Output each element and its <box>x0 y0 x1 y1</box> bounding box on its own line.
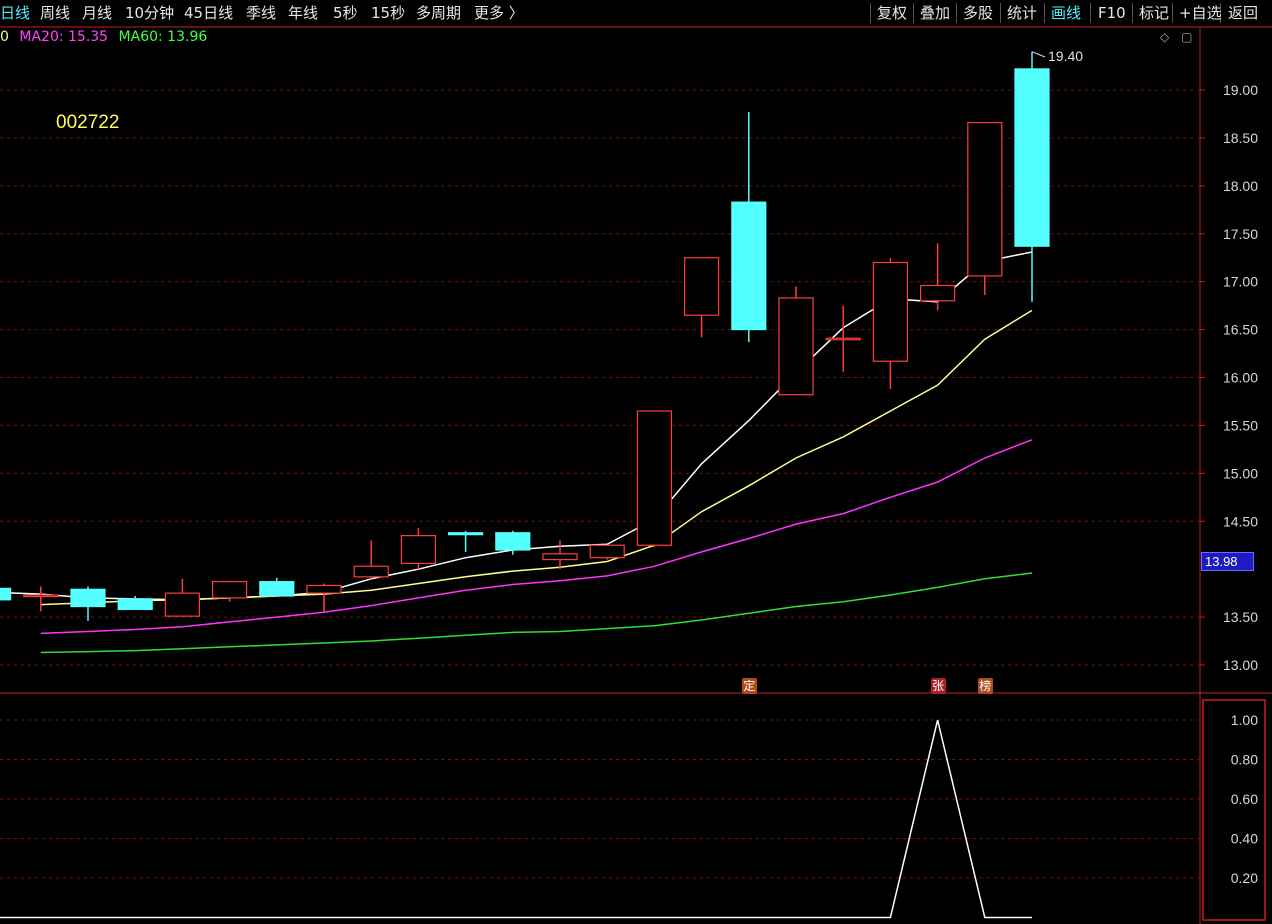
indicator-line <box>0 719 1032 919</box>
candle-body <box>495 532 531 551</box>
candle-body <box>542 553 578 561</box>
indicator-tick-label: 1.00 <box>1231 712 1258 728</box>
max-price-pointer <box>1031 51 1046 58</box>
event-marker[interactable]: 定 <box>741 678 757 694</box>
y-tick-label: 17.00 <box>1223 274 1258 290</box>
candle-body <box>778 297 814 396</box>
indicator-tick-label: 0.80 <box>1231 752 1258 768</box>
ma60-legend: MA60: 13.96 <box>118 29 208 45</box>
indicator-tick-label: 0.20 <box>1231 870 1258 886</box>
candle-body <box>70 588 106 608</box>
event-marker[interactable]: 张 <box>930 678 946 694</box>
stock-chart: 19.00 18.50 18.00 17.50 17.00 16.50 16.00 15.50… <box>0 26 1272 924</box>
candle-body <box>212 581 248 599</box>
candle-body <box>117 598 153 611</box>
max-price-label: 19.40 <box>1048 48 1084 64</box>
candle-body <box>1014 68 1050 247</box>
candle-body <box>306 584 342 594</box>
indicator-tick-label: 0.60 <box>1231 791 1258 807</box>
ma20-legend: MA20: 15.35 <box>19 29 109 45</box>
current-price-tag: 13.98 <box>1201 552 1254 571</box>
y-tick-label: 13.00 <box>1223 657 1258 673</box>
y-tick-label: 18.50 <box>1223 130 1258 146</box>
candle-body <box>164 592 200 617</box>
y-tick-label: 13.50 <box>1223 609 1258 625</box>
ma-legend: 0 MA20: 15.35 MA60: 13.96 <box>0 28 213 46</box>
candle-body <box>23 594 59 598</box>
y-tick-label: 17.50 <box>1223 226 1258 242</box>
candle-body <box>448 532 484 536</box>
candle-body <box>967 121 1003 277</box>
candle-body <box>0 587 12 601</box>
y-tick-label: 19.00 <box>1223 82 1258 98</box>
candle-body <box>683 257 720 316</box>
candle-body <box>400 535 436 565</box>
candle-body <box>353 565 389 578</box>
indicator-axis-frame <box>1202 699 1266 921</box>
y-tick-label: 16.00 <box>1223 370 1258 386</box>
candle-body <box>589 544 625 559</box>
candle-body <box>872 261 909 362</box>
y-tick-label: 15.00 <box>1223 465 1258 481</box>
event-marker[interactable]: 榜 <box>977 678 993 694</box>
y-tick-label: 14.50 <box>1223 513 1258 529</box>
y-tick-label: 15.50 <box>1223 417 1258 433</box>
indicator-tick-label: 0.40 <box>1231 831 1258 847</box>
candle-body <box>259 581 295 597</box>
candle-body <box>825 337 861 341</box>
y-tick-label: 16.50 <box>1223 322 1258 338</box>
candle-body <box>919 284 956 302</box>
corner-icons: ◇ ▢ <box>1160 30 1200 44</box>
ma5-legend-partial: 0 <box>0 29 9 45</box>
candle-body <box>731 201 767 331</box>
y-tick-label: 18.00 <box>1223 178 1258 194</box>
diamond-icon[interactable]: ◇ <box>1160 30 1169 44</box>
window-icon[interactable]: ▢ <box>1181 30 1192 44</box>
candle-body <box>636 410 673 546</box>
stock-code: 002722 <box>56 112 120 133</box>
